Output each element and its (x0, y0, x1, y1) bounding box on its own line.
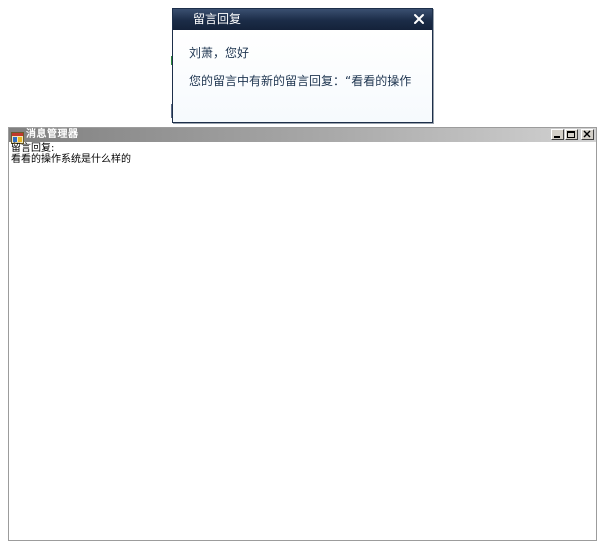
close-button[interactable] (581, 129, 594, 140)
close-icon (583, 130, 591, 138)
window-content: 留言回复: 看看的操作系统是什么样的 (11, 143, 131, 165)
minimize-button[interactable] (551, 129, 564, 140)
reply-label: 留言回复: (11, 143, 55, 154)
window-title: 消息管理器 (26, 129, 79, 140)
maximize-icon (567, 131, 575, 138)
window-titlebar[interactable]: 消息管理器 (9, 128, 596, 144)
reply-text: 看看的操作系统是什么样的 (11, 154, 131, 165)
popup-body: 刘萧，您好 您的留言中有新的留言回复：“看看的操作 (173, 30, 432, 122)
maximize-button[interactable] (565, 129, 578, 140)
popup-greeting: 刘萧，您好 (189, 46, 250, 60)
window-controls (551, 129, 594, 141)
popup-message-link[interactable]: 您的留言中有新的留言回复：“看看的操作 (189, 74, 425, 89)
popup-titlebar: 留言回复 (173, 9, 432, 30)
close-x-icon[interactable] (411, 11, 427, 27)
minimize-icon (554, 136, 560, 138)
app-window-icon[interactable] (11, 129, 24, 144)
reply-notification-popup[interactable]: 留言回复 刘萧，您好 您的留言中有新的留言回复：“看看的操作 (172, 8, 433, 123)
message-manager-window: 消息管理器 留言回复: 看看的操作系统是什么样的 (8, 127, 597, 541)
popup-title: 留言回复 (193, 12, 242, 26)
